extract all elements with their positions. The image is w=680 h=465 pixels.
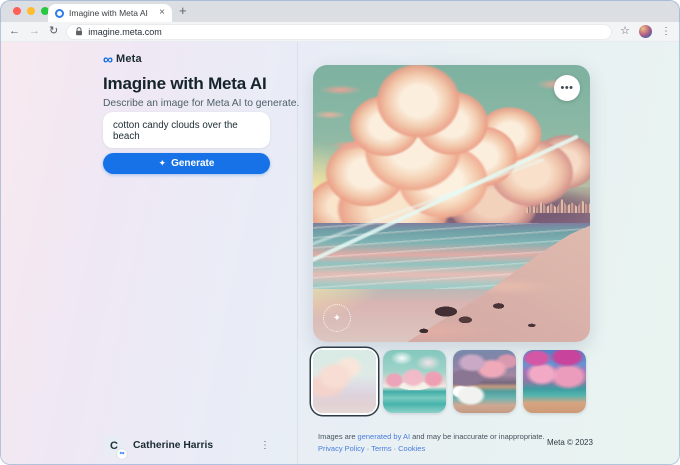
toolbar-right: ☆ ⋮: [620, 25, 671, 38]
separator: ·: [393, 444, 397, 454]
browser-profile-avatar[interactable]: [639, 25, 652, 38]
meta-infinity-icon: ∞: [103, 51, 113, 67]
meta-logo: ∞ Meta: [103, 52, 142, 66]
privacy-policy-link[interactable]: Privacy Policy: [318, 444, 365, 453]
avatar-initial: C: [110, 439, 118, 452]
thumbnail-4[interactable]: [523, 350, 586, 413]
page-title: Imagine with Meta AI: [103, 74, 267, 93]
separator: ·: [366, 444, 370, 454]
url-text: imagine.meta.com: [88, 26, 162, 37]
prompt-box[interactable]: cotton candy clouds over the beach: [103, 112, 270, 148]
generated-image[interactable]: ••• ✦: [313, 65, 590, 342]
meta-wordmark: Meta: [115, 53, 142, 65]
user-row: C ∞ Catherine Harris ⋮: [103, 434, 270, 459]
user-menu-icon[interactable]: ⋮: [260, 440, 270, 451]
new-tab-button[interactable]: +: [179, 3, 187, 18]
image-options-button[interactable]: •••: [554, 75, 580, 101]
legal-links: Privacy Policy · Terms · Cookies: [318, 443, 550, 455]
generate-button[interactable]: ✦ Generate: [103, 153, 270, 174]
address-bar[interactable]: imagine.meta.com: [67, 24, 612, 39]
browser-window: Imagine with Meta AI × + ← → ↻ imagine.m…: [0, 0, 680, 465]
lock-icon: [76, 27, 83, 36]
minimize-window-button[interactable]: [27, 7, 35, 15]
disclaimer-line: Images are generated by AI and may be inac…: [318, 431, 550, 443]
page-content: ∞ Meta Imagine with Meta AI Describe an …: [0, 42, 680, 465]
cookies-link[interactable]: Cookies: [398, 444, 425, 453]
thumbnail-3[interactable]: [453, 350, 516, 413]
meta-ai-favicon-icon: [55, 8, 64, 18]
bookmark-icon[interactable]: ☆: [620, 26, 630, 37]
browser-menu-icon[interactable]: ⋮: [661, 26, 671, 37]
close-tab-icon[interactable]: ×: [159, 8, 165, 18]
copyright: Meta © 2023: [547, 438, 593, 447]
user-name: Catherine Harris: [133, 440, 214, 451]
tab-title: Imagine with Meta AI: [69, 8, 148, 18]
sparkle-icon: ✦: [158, 158, 167, 168]
browser-titlebar: Imagine with Meta AI × +: [0, 0, 680, 22]
avatar: C ∞: [103, 434, 127, 459]
thumbnail-2[interactable]: [383, 350, 446, 413]
disclaimer: Images are generated by AI and may be inac…: [318, 431, 550, 456]
terms-link[interactable]: Terms: [371, 444, 391, 453]
browser-toolbar: ← → ↻ imagine.meta.com ☆ ⋮: [0, 22, 680, 42]
back-icon[interactable]: ←: [9, 26, 20, 37]
window-controls: [13, 7, 49, 15]
generated-by-ai-link[interactable]: generated by AI: [358, 432, 411, 441]
image-rocks: [313, 65, 590, 342]
reload-icon[interactable]: ↻: [49, 26, 58, 37]
prompt-input[interactable]: cotton candy clouds over the beach: [103, 112, 270, 148]
page-subtitle: Describe an image for Meta AI to generat…: [103, 98, 300, 109]
ai-watermark-badge: ✦: [323, 304, 351, 332]
browser-tab[interactable]: Imagine with Meta AI ×: [48, 4, 172, 22]
thumbnail-1[interactable]: [313, 350, 376, 413]
thumbnail-strip: [313, 350, 586, 413]
forward-icon[interactable]: →: [29, 26, 40, 37]
generate-label: Generate: [171, 158, 215, 169]
disclaimer-prefix: Images are: [318, 432, 356, 441]
disclaimer-suffix: and may be inaccurate or inappropriate.: [412, 432, 545, 441]
close-window-button[interactable]: [13, 7, 21, 15]
meta-badge-icon: ∞: [117, 448, 127, 459]
